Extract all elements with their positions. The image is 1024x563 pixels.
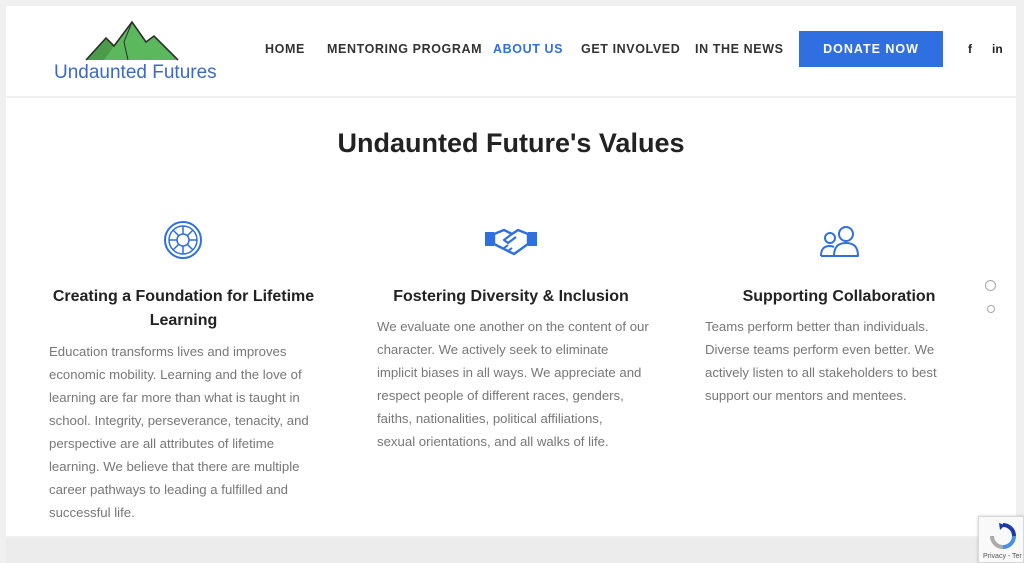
body-line: faiths, nationalities, political affilia… (377, 411, 603, 426)
page-title: Undaunted Future's Values (337, 128, 685, 158)
body-line: successful life. (49, 505, 135, 520)
body-line: perspective are all attributes of lifeti… (49, 436, 275, 451)
body-line: implicit biases in all ways. We apprecia… (377, 365, 642, 380)
body-line: sexual orientations, and all walks of li… (377, 434, 609, 449)
footer-strip (6, 538, 1016, 563)
card-body-collaboration: Teams perform better than individuals. D… (705, 315, 995, 407)
values-section: Undaunted Future's Values Creating a Fou… (6, 98, 1016, 536)
body-line: economic mobility. Learning and the love… (49, 367, 302, 382)
card-body-learning: Education transforms lives and improves … (49, 340, 339, 524)
body-line: Education transforms lives and improves (49, 344, 287, 359)
mountain-logo-icon (85, 20, 179, 61)
nav-mentoring-program[interactable]: MENTORING PROGRAM (327, 42, 482, 56)
users-icon (820, 226, 859, 257)
body-line: learning. We believe that there are mult… (49, 459, 300, 474)
card-title-line: Creating a Foundation for Lifetime (52, 288, 315, 305)
site-header: Undaunted Futures HOME MENTORING PROGRAM… (6, 6, 1016, 96)
logo[interactable]: Undaunted Futures (54, 20, 217, 83)
body-line: support our mentors and mentees. (705, 388, 907, 403)
body-line: We evaluate one another on the content o… (377, 319, 649, 334)
card-title-collaboration: Supporting Collaboration (742, 288, 936, 305)
card-title-line: Learning (149, 312, 218, 329)
card-title-diversity: Fostering Diversity & Inclusion (393, 288, 629, 305)
recaptcha-icon (990, 523, 1016, 549)
handshake-icon (485, 228, 537, 256)
linkedin-icon[interactable]: in (992, 42, 1003, 56)
slider-dot-2[interactable] (987, 305, 995, 313)
body-line: Teams perform better than individuals. (705, 319, 929, 334)
card-body-diversity: We evaluate one another on the content o… (377, 315, 672, 453)
nav-in-the-news[interactable]: IN THE NEWS (695, 42, 784, 56)
life-ring-icon (164, 221, 202, 259)
body-line: respect people of different races, gende… (377, 388, 624, 403)
nav-get-involved[interactable]: GET INVOLVED (581, 42, 680, 56)
nav-about-us[interactable]: ABOUT US (493, 42, 563, 56)
body-line: career pathways to leading a fulfilled a… (49, 482, 288, 497)
body-line: school. Integrity, perseverance, tenacit… (49, 413, 309, 428)
body-line: actively listen to all stakeholders to b… (705, 365, 937, 380)
donate-button[interactable]: DONATE NOW (799, 31, 943, 67)
slider-dot-1[interactable] (985, 280, 996, 291)
recaptcha-privacy-link[interactable]: Privacy - Ter (983, 553, 1022, 560)
recaptcha-badge[interactable]: Privacy - Ter (978, 516, 1024, 563)
logo-text: Undaunted Futures (54, 62, 217, 83)
body-line: Diverse teams perform even better. We (705, 342, 935, 357)
body-line: character. We actively seek to eliminate (377, 342, 609, 357)
body-line: learning are far more than what is taugh… (49, 390, 300, 405)
card-title-learning: Creating a Foundation for Lifetime Learn… (46, 285, 321, 333)
nav-home[interactable]: HOME (265, 42, 305, 56)
facebook-icon[interactable]: f (968, 42, 972, 56)
